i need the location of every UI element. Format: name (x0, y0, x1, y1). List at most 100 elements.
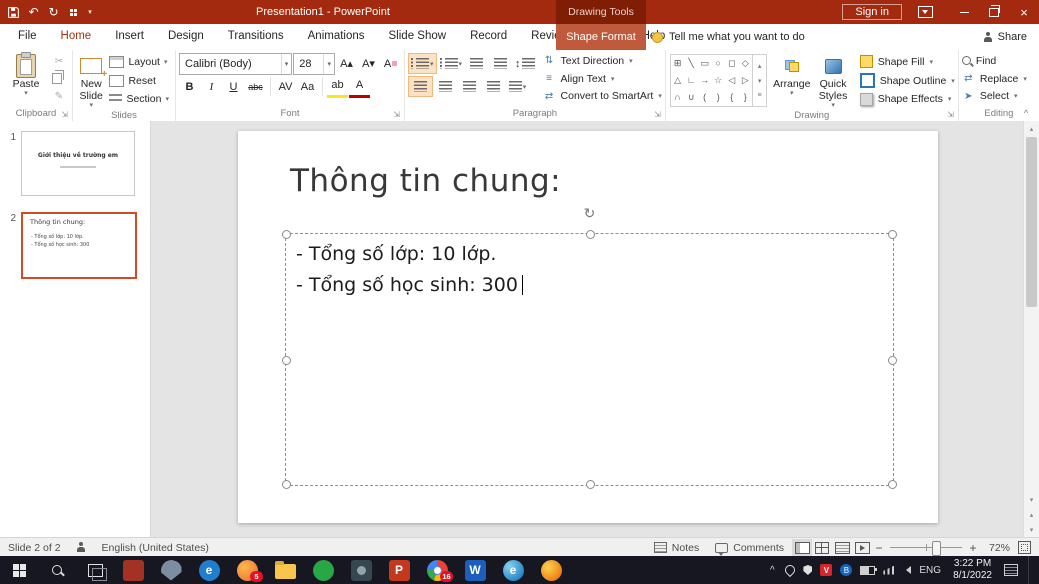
taskbar-powerpoint[interactable]: P (380, 556, 418, 584)
shape-icon[interactable]: ◇ (742, 59, 749, 68)
bullet-line-1[interactable]: - Tổng số lớp: 10 lớp. (296, 239, 893, 270)
dialog-launcher-icon[interactable]: ⇲ (947, 111, 954, 119)
scroll-up-icon[interactable]: ▴ (1024, 121, 1039, 136)
scrollbar-thumb[interactable] (1026, 137, 1037, 307)
shape-icon[interactable]: ∩ (674, 93, 680, 102)
clear-formatting-button[interactable]: A (380, 54, 401, 73)
shape-icon[interactable]: ▭ (700, 59, 709, 68)
align-text-button[interactable]: ≡Align Text▾ (543, 71, 662, 87)
bullets-button[interactable]: ▾ (408, 53, 437, 74)
shape-effects-button[interactable]: Shape Effects▾ (860, 91, 955, 107)
content-textbox[interactable]: - Tổng số lớp: 10 lớp. - Tổng số học sin… (285, 233, 894, 486)
taskbar-camera[interactable] (342, 556, 380, 584)
v-app-tray-icon[interactable]: V (820, 564, 832, 576)
arrange-button[interactable]: Arrange ▾ (771, 51, 812, 110)
resize-handle[interactable] (888, 230, 897, 239)
battery-icon[interactable] (860, 566, 875, 575)
tab-home[interactable]: Home (49, 24, 104, 52)
zoom-percentage[interactable]: 72% (980, 542, 1010, 554)
show-desktop-button[interactable] (1028, 556, 1033, 584)
underline-button[interactable]: U (223, 77, 244, 96)
decrease-indent-button[interactable] (465, 54, 488, 73)
convert-to-smartart-button[interactable]: ⇄Convert to SmartArt▾ (543, 88, 662, 104)
redo-icon[interactable]: ↻ (44, 1, 63, 23)
align-right-button[interactable] (458, 77, 481, 96)
slide-indicator[interactable]: Slide 2 of 2 (0, 542, 69, 554)
quick-styles-button[interactable]: Quick Styles ▾ (812, 51, 853, 110)
taskbar-app-1[interactable] (114, 556, 152, 584)
shape-icon[interactable]: ⊞ (674, 59, 682, 68)
tab-insert[interactable]: Insert (103, 24, 156, 50)
notes-button[interactable]: Notes (646, 542, 707, 554)
taskbar-word[interactable]: W (456, 556, 494, 584)
tray-chevron-icon[interactable]: ^ (767, 565, 777, 576)
taskbar-chrome[interactable]: 16 (418, 556, 456, 584)
shape-icon[interactable]: { (730, 93, 733, 102)
shape-icon[interactable]: → (700, 76, 709, 85)
shapes-gallery[interactable]: ⊞ ╲ ▭ ○ ◻ ◇ △ ∟ → ☆ ◁ ▷ ∩ ∪ ( (670, 54, 767, 107)
zoom-slider[interactable] (890, 547, 962, 548)
taskbar-app-2[interactable] (152, 556, 190, 584)
save-icon[interactable] (4, 1, 23, 23)
previous-slide-button[interactable]: ▴ (1024, 507, 1039, 522)
decrease-font-size-button[interactable]: A▾ (358, 54, 379, 73)
shape-icon[interactable]: ( (703, 93, 706, 102)
select-button[interactable]: ➤Select▾ (962, 88, 1036, 104)
location-icon[interactable] (783, 563, 797, 577)
change-case-button[interactable]: Aa (297, 77, 318, 96)
shape-outline-button[interactable]: Shape Outline▾ (860, 73, 955, 89)
zoom-in-button[interactable]: + (966, 541, 980, 555)
resize-handle[interactable] (282, 356, 291, 365)
next-slide-button[interactable]: ▾ (1024, 522, 1039, 537)
tab-shape-format[interactable]: Shape Format (556, 24, 646, 50)
fit-slide-to-window-button[interactable] (1018, 541, 1031, 554)
shape-icon[interactable]: ◻ (728, 59, 735, 68)
touch-mode-icon[interactable] (64, 1, 83, 23)
taskbar-app-3[interactable]: e (190, 556, 228, 584)
shape-icon[interactable]: ∪ (688, 93, 695, 102)
font-size-select[interactable]: 28 ▾ (293, 53, 335, 75)
layout-button[interactable]: Layout▾ (106, 54, 172, 71)
bullet-line-2[interactable]: - Tổng số học sinh: 300 (296, 270, 893, 301)
resize-handle[interactable] (888, 480, 897, 489)
resize-handle[interactable] (586, 230, 595, 239)
numbering-button[interactable]: ▾ (438, 54, 465, 73)
replace-button[interactable]: ⇄Replace▾ (962, 71, 1036, 87)
bold-button[interactable]: B (179, 77, 200, 96)
minimize-button[interactable] (949, 0, 979, 24)
chevron-down-icon[interactable]: ▾ (323, 54, 334, 74)
scroll-down-icon[interactable]: ▾ (1024, 492, 1039, 507)
slide-1-preview[interactable]: Giới thiệu về trường em (21, 131, 135, 196)
thumbnail-slide-1[interactable]: 1 Giới thiệu về trường em (0, 131, 150, 196)
chevron-down-icon[interactable]: ▾ (281, 54, 292, 74)
gallery-down-icon[interactable]: ▾ (758, 77, 762, 85)
text-direction-button[interactable]: ⇅Text Direction▾ (543, 53, 662, 69)
justify-button[interactable] (482, 77, 505, 96)
input-language-indicator[interactable]: ENG (919, 565, 941, 576)
share-button[interactable]: Share (984, 24, 1027, 50)
network-signal-icon[interactable] (883, 566, 894, 575)
align-center-button[interactable] (434, 77, 457, 96)
accessibility-icon[interactable] (69, 542, 94, 553)
reading-view-button[interactable] (832, 539, 852, 556)
undo-icon[interactable]: ↶ (24, 1, 43, 23)
dialog-launcher-icon[interactable]: ⇲ (654, 111, 661, 119)
tab-animations[interactable]: Animations (296, 24, 377, 50)
taskbar-edge[interactable]: e (494, 556, 532, 584)
shape-icon[interactable]: ☆ (714, 76, 722, 85)
shape-icon[interactable]: ◁ (728, 76, 735, 85)
ribbon-display-options-icon[interactable] (918, 6, 933, 18)
find-button[interactable]: Find (962, 53, 1036, 69)
rotate-handle-icon[interactable]: ↻ (581, 204, 599, 222)
zoom-slider-handle[interactable] (932, 541, 941, 556)
font-family-select[interactable]: Calibri (Body) ▾ (179, 53, 292, 75)
tab-file[interactable]: File (6, 24, 49, 50)
clock[interactable]: 3:22 PM 8/1/2022 (953, 558, 992, 583)
collapse-ribbon-button[interactable]: ^ (1019, 108, 1033, 118)
line-spacing-button[interactable]: ↕ (513, 54, 537, 73)
copy-button[interactable] (49, 70, 69, 87)
start-button[interactable] (0, 556, 38, 584)
tell-me-box[interactable]: Tell me what you want to do (652, 24, 805, 50)
taskbar-app-6[interactable] (304, 556, 342, 584)
shape-icon[interactable]: △ (674, 76, 681, 85)
